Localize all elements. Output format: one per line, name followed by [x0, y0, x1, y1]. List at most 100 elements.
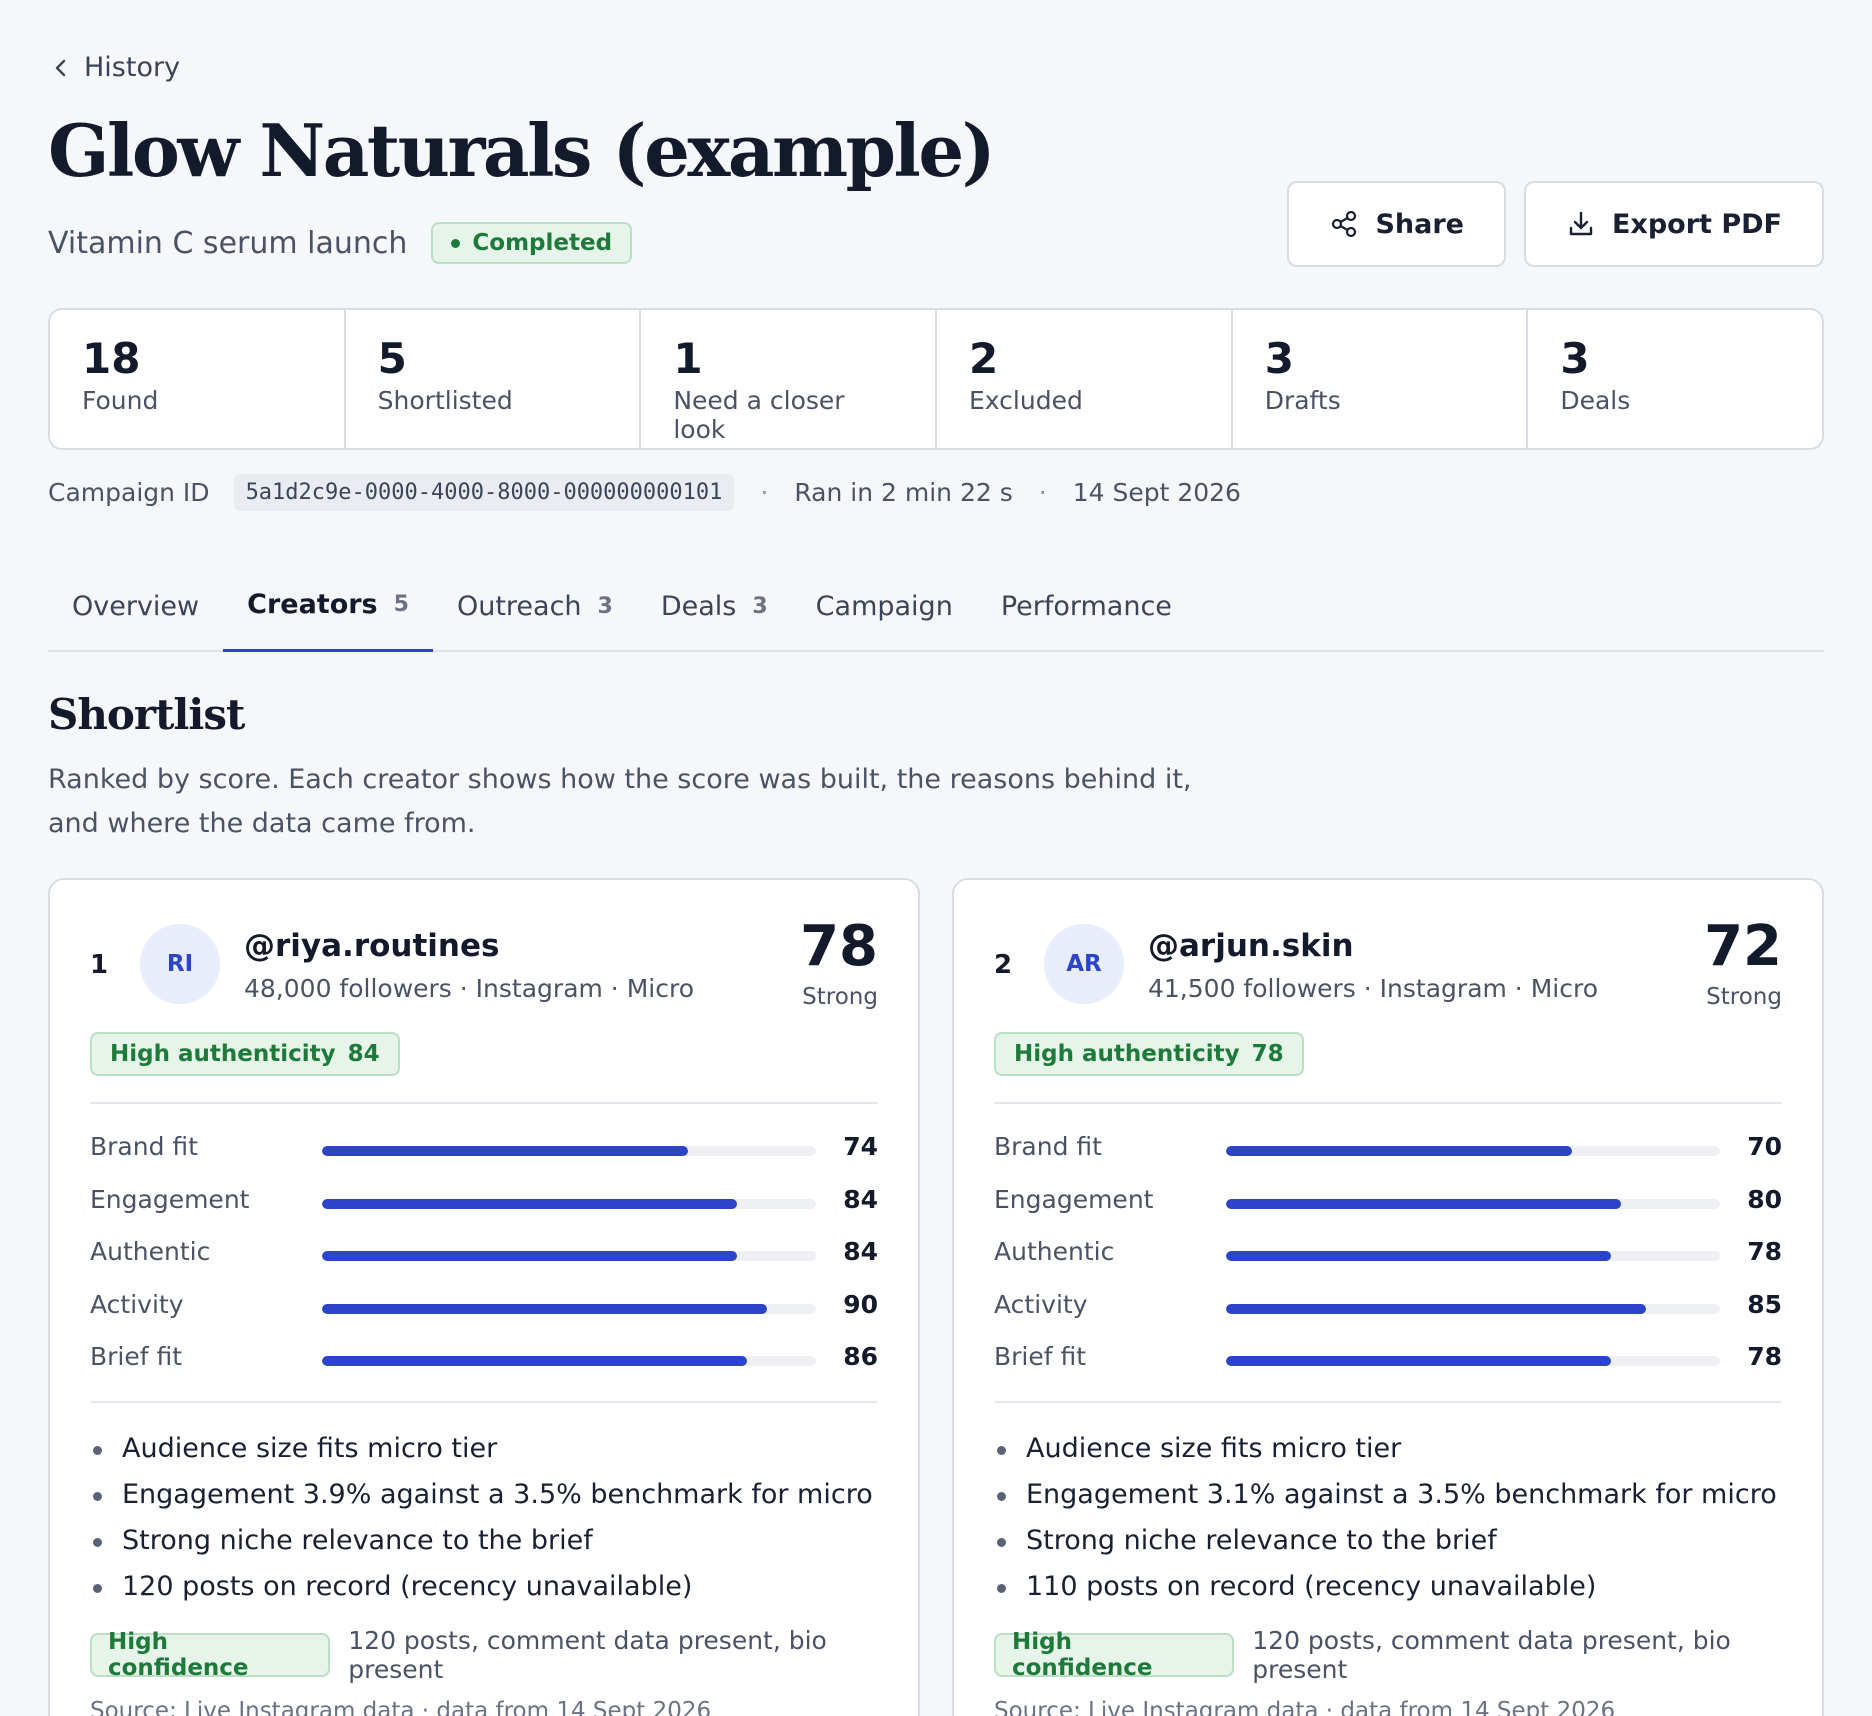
metric-label: Engagement [994, 1184, 1154, 1214]
tab-count: 5 [393, 592, 409, 617]
share-icon [1332, 210, 1357, 238]
authenticity-label: High authenticity [110, 1041, 336, 1067]
creator-card[interactable]: 1 RI @riya.routines 48,000 followers · I… [48, 878, 920, 1716]
tab-overview[interactable]: Overview [48, 560, 223, 652]
metric-label: Brand fit [994, 1132, 1102, 1161]
metric-activity: Activity 85 [994, 1284, 1782, 1337]
tab-deals[interactable]: Deals 3 [637, 560, 792, 652]
avatar: RI [140, 924, 220, 1004]
download-icon [1569, 211, 1593, 236]
metric-bar [322, 1356, 816, 1366]
metric-value: 74 [843, 1132, 878, 1161]
creator-card[interactable]: 2 AR @arjun.skin 41,500 followers · Inst… [952, 878, 1824, 1716]
status-dot-icon [451, 238, 461, 248]
metric-engagement: Engagement 84 [90, 1179, 878, 1232]
metric-bar [322, 1198, 816, 1209]
metric-label: Activity [90, 1289, 184, 1319]
data-source: Source: Live Instagram data · data from … [90, 1698, 712, 1716]
metric-bar-fill [322, 1356, 747, 1366]
export-pdf-button[interactable]: Export PDF [1523, 181, 1824, 267]
authenticity-score: 78 [1251, 1041, 1284, 1067]
confidence-badge: High confidence [994, 1629, 1235, 1681]
campaign-subtitle: Vitamin C serum launch [48, 225, 408, 261]
run-date: 14 Sept 2026 [1072, 478, 1241, 507]
metric-value: 84 [843, 1184, 878, 1214]
export-pdf-button-label: Export PDF [1611, 208, 1782, 240]
stat-value: 3 [1560, 334, 1590, 383]
metric-bar [1226, 1198, 1720, 1209]
creator-score-label: Strong [802, 984, 878, 1010]
stat-need-closer-look: 1 Need a closer look [641, 310, 938, 448]
divider [90, 1102, 878, 1104]
creator-details: 48,000 followers · Instagram · Micro [244, 974, 694, 1003]
confidence-badge: High confidence [90, 1629, 331, 1681]
list-item: Engagement 3.9% against a 3.5% benchmark… [90, 1472, 873, 1518]
tab-label: Deals [660, 590, 737, 622]
metric-bar-fill [1226, 1303, 1646, 1314]
tab-label: Overview [72, 590, 200, 622]
tab-label: Outreach [456, 590, 582, 622]
status-badge: Completed [431, 222, 633, 264]
creator-handle[interactable]: @riya.routines [244, 928, 499, 964]
metric-value: 86 [843, 1342, 878, 1371]
tab-performance[interactable]: Performance [977, 560, 1196, 652]
metric-bar [1226, 1356, 1720, 1366]
metric-bar-fill [1226, 1251, 1612, 1261]
stat-value: 1 [673, 334, 703, 383]
metric-bar-fill [1226, 1198, 1622, 1209]
meta-separator: · [1038, 478, 1047, 507]
stat-label: Deals [1560, 386, 1631, 416]
campaign-meta: Campaign ID 5a1d2c9e-0000-4000-8000-0000… [48, 474, 1241, 511]
metric-bar-fill [322, 1146, 688, 1156]
metric-value: 78 [1747, 1237, 1782, 1266]
reasons-list: Audience size fits micro tier Engagement… [90, 1426, 873, 1610]
metric-label: Brief fit [90, 1342, 183, 1371]
metric-bar-fill [322, 1303, 767, 1314]
metric-brief-fit: Brief fit 78 [994, 1336, 1782, 1389]
list-item: Strong niche relevance to the brief [90, 1518, 873, 1564]
stat-value: 18 [82, 334, 141, 383]
tab-campaign[interactable]: Campaign [792, 560, 977, 652]
tab-count: 3 [597, 593, 613, 619]
tab-bar: Overview Creators 5 Outreach 3 Deals 3 C… [48, 560, 1824, 652]
authenticity-badge: High authenticity 78 [994, 1032, 1304, 1076]
stats-bar: 18 Found 5 Shortlisted 1 Need a closer l… [48, 308, 1824, 450]
creator-details: 41,500 followers · Instagram · Micro [1148, 974, 1598, 1003]
share-button[interactable]: Share [1287, 181, 1506, 267]
list-item: 110 posts on record (recency unavailable… [994, 1564, 1777, 1610]
metric-bar-fill [322, 1198, 737, 1209]
metric-label: Authentic [90, 1237, 211, 1266]
metric-value: 84 [843, 1237, 878, 1266]
runtime-text: Ran in 2 min 22 s [794, 478, 1013, 507]
creator-score: 72 [1704, 914, 1782, 979]
list-item: Strong niche relevance to the brief [994, 1518, 1777, 1564]
stat-label: Found [82, 386, 159, 416]
metric-value: 90 [843, 1289, 878, 1319]
metric-bar-fill [322, 1251, 737, 1261]
metric-bar [1226, 1251, 1720, 1261]
metric-bar [322, 1146, 816, 1156]
creator-handle[interactable]: @arjun.skin [1148, 928, 1354, 964]
list-item: Audience size fits micro tier [90, 1426, 873, 1472]
confidence-detail: 120 posts, comment data present, bio pre… [348, 1626, 827, 1684]
metric-bar [1226, 1146, 1720, 1156]
score-breakdown: Brand fit 70 Engagement 80 Authentic 78 … [994, 1126, 1782, 1389]
score-breakdown: Brand fit 74 Engagement 84 Authentic 84 … [90, 1126, 878, 1389]
metric-value: 78 [1747, 1342, 1782, 1371]
metric-bar-fill [1226, 1146, 1572, 1156]
tab-creators[interactable]: Creators 5 [223, 560, 433, 652]
metric-bar [322, 1303, 816, 1314]
tab-label: Performance [1000, 590, 1172, 622]
tab-label: Creators [247, 589, 378, 620]
meta-separator: · [760, 478, 769, 507]
share-button-label: Share [1375, 208, 1464, 240]
metric-value: 80 [1747, 1184, 1782, 1214]
stat-label: Excluded [969, 386, 1083, 416]
chevron-left-icon [55, 59, 66, 76]
stat-value: 5 [377, 334, 407, 383]
creator-score-label: Strong [1706, 984, 1782, 1010]
campaign-id-chip[interactable]: 5a1d2c9e-0000-4000-8000-000000000101 [233, 474, 735, 511]
tab-outreach[interactable]: Outreach 3 [433, 560, 637, 652]
authenticity-label: High authenticity [1014, 1041, 1240, 1067]
back-link[interactable]: History [52, 52, 180, 83]
